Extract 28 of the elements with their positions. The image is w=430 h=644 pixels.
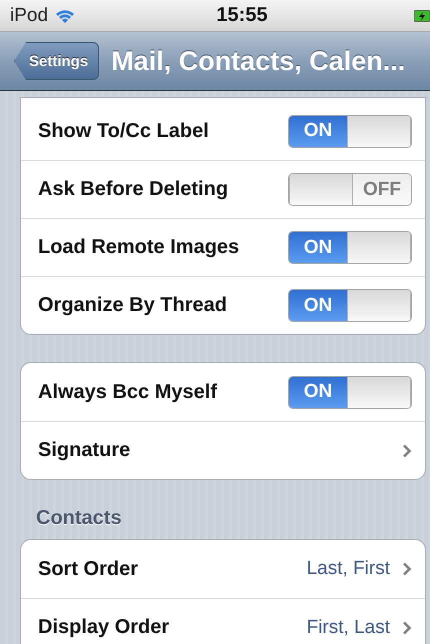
row-label: Display Order <box>38 616 170 639</box>
carrier-name: iPod <box>10 4 48 26</box>
toggle-switch[interactable]: ON <box>288 114 412 148</box>
toggle-switch[interactable]: OFF <box>288 173 412 206</box>
disclosure-row[interactable]: Signature <box>21 421 425 479</box>
row-label: Signature <box>38 439 130 462</box>
section-header: Contacts <box>35 507 123 531</box>
row-value: Last, First <box>306 558 390 580</box>
chevron-icon <box>402 620 412 634</box>
toggle-switch[interactable]: ON <box>288 289 412 322</box>
disclosure-row[interactable]: Sort Order Last, First <box>21 540 425 598</box>
row-label: Show To/Cc Label <box>38 120 209 142</box>
back-button[interactable]: Settings <box>14 42 100 80</box>
row-label: Ask Before Deleting <box>38 178 228 201</box>
toggle-switch[interactable]: ON <box>288 231 412 264</box>
wifi-icon <box>54 8 76 24</box>
row-label: Organize By Thread <box>38 294 227 317</box>
battery-icon <box>414 10 430 22</box>
row-label: Always Bcc Myself <box>38 380 217 404</box>
toggle-switch[interactable]: ON <box>288 376 412 408</box>
screen-title: Mail, Contacts, Calen... <box>111 46 406 76</box>
chevron-icon <box>402 562 412 576</box>
row-label: Sort Order <box>38 558 138 580</box>
row-value: First, Last <box>306 616 390 638</box>
status-time: 15:55 <box>216 4 268 27</box>
row-label: Load Remote Images <box>38 236 240 259</box>
disclosure-row[interactable]: Display Order First, Last <box>21 598 425 644</box>
chevron-icon <box>402 444 412 458</box>
